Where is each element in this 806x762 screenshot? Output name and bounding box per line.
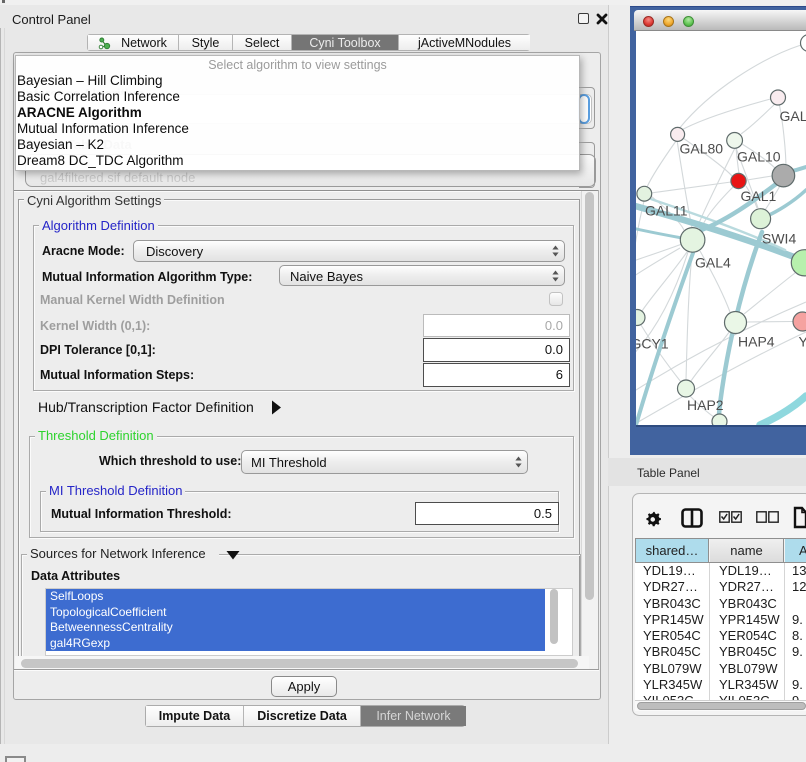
svg-text:HAP2: HAP2: [687, 397, 724, 413]
svg-text:GAL11: GAL11: [645, 203, 688, 219]
svg-text:GAL80: GAL80: [680, 141, 724, 157]
svg-text:HAP4: HAP4: [738, 334, 775, 350]
svg-text:GAL4: GAL4: [695, 255, 731, 271]
svg-text:GCY1: GCY1: [636, 336, 669, 352]
svg-text:SWI4: SWI4: [762, 231, 796, 247]
svg-text:Y: Y: [799, 334, 806, 350]
svg-text:GAL10: GAL10: [737, 149, 781, 165]
svg-text:GAL7: GAL7: [780, 108, 806, 124]
svg-text:GAL1: GAL1: [741, 188, 777, 204]
